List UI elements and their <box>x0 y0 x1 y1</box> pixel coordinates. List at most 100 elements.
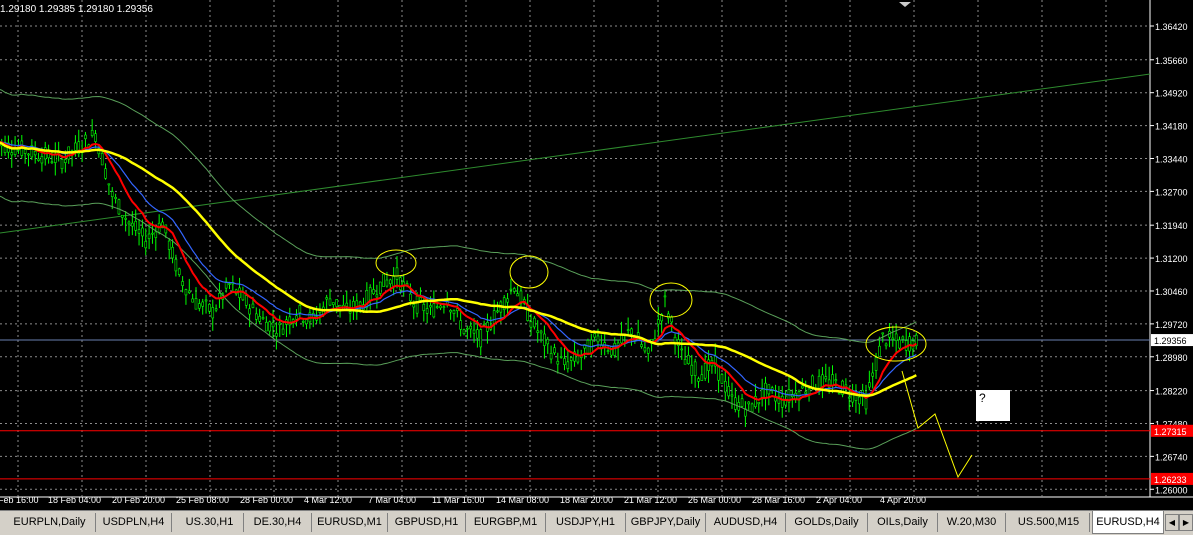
candle-body <box>10 152 14 156</box>
chart-tab[interactable]: OILs,Daily <box>868 513 938 532</box>
candle-body <box>740 398 744 407</box>
candle-body <box>372 289 375 295</box>
candle-body <box>697 378 700 382</box>
chart-tab[interactable]: GBPUSD,H1 <box>388 513 466 532</box>
candle-body <box>204 299 208 302</box>
chart-tab[interactable]: EURUSD,M1 <box>312 513 388 532</box>
tab-scroll-right-icon[interactable]: ▶ <box>1179 514 1193 531</box>
candle-body <box>184 289 188 296</box>
candle-body <box>703 362 707 379</box>
price-axis-label: 1.26000 <box>1155 485 1188 495</box>
chart-tab[interactable]: EURGBP,M1 <box>466 513 546 532</box>
candle-body <box>124 217 127 220</box>
candle-body <box>409 293 412 302</box>
chart-tab[interactable]: EURPLN,Daily <box>4 513 96 532</box>
candle-body <box>194 298 198 310</box>
candle-body <box>268 321 272 332</box>
candle-body <box>881 332 885 335</box>
price-axis-label: 1.28980 <box>1155 353 1188 363</box>
chart-tab[interactable]: DE.30,H4 <box>244 513 312 532</box>
price-axis-label: 1.33440 <box>1155 154 1188 164</box>
candle-body <box>214 308 218 311</box>
price-axis-label: 1.31940 <box>1155 221 1188 231</box>
candle-body <box>871 372 875 377</box>
candle-body <box>606 350 610 352</box>
candle-body <box>50 161 54 164</box>
candle-body <box>596 335 600 343</box>
chart-tab[interactable]: USDJPY,H1 <box>546 513 626 532</box>
candle-body <box>174 259 178 272</box>
candle-body <box>469 325 473 330</box>
candle-body <box>167 240 171 250</box>
candle-body <box>64 159 67 163</box>
candle-body <box>901 336 905 340</box>
candle-body <box>509 288 513 291</box>
candle-body <box>415 296 419 314</box>
candle-body <box>747 401 751 405</box>
candle-body <box>908 336 911 352</box>
chart-tab[interactable]: GBPJPY,Daily <box>626 513 706 532</box>
candle-body <box>181 281 184 286</box>
candle-body <box>198 303 201 309</box>
candle-body <box>837 392 841 395</box>
candle-body <box>831 374 834 386</box>
candle-body <box>804 391 808 394</box>
candle-body <box>553 347 556 354</box>
candle-body <box>261 317 265 320</box>
candle-body <box>707 359 710 371</box>
candle-body <box>586 340 590 355</box>
candle-body <box>643 347 647 352</box>
candle-body <box>422 303 426 311</box>
candle-body <box>74 142 77 151</box>
tab-scroll-left-icon[interactable]: ◀ <box>1165 514 1179 531</box>
candle-body <box>244 295 248 306</box>
candle-body <box>479 329 483 348</box>
chart-tab[interactable]: GOLDs,Daily <box>786 513 868 532</box>
candle-body <box>258 316 261 322</box>
candle-body <box>40 156 44 164</box>
candle-body <box>496 310 499 313</box>
candle-body <box>228 283 231 285</box>
candle-body <box>563 358 566 365</box>
time-axis-label: 25 Feb 08:00 <box>176 495 229 505</box>
candle-body <box>898 339 901 349</box>
chart-tab[interactable]: US.30,H1 <box>176 513 244 532</box>
candle-body <box>533 317 536 328</box>
candle-body <box>646 347 650 354</box>
candle-body <box>33 151 37 156</box>
candle-body <box>506 298 509 303</box>
candle-body <box>110 191 114 197</box>
candle-body <box>301 321 305 323</box>
candle-body <box>144 241 148 249</box>
price-axis-label: 1.29720 <box>1155 320 1188 330</box>
candle-body <box>84 134 87 140</box>
candle-body <box>429 305 432 308</box>
chart-tab[interactable]: USDPLN,H4 <box>96 513 172 532</box>
candle-body <box>295 315 298 320</box>
chart-tab[interactable]: EURUSD,H4 <box>1092 511 1164 534</box>
candle-body <box>171 246 174 259</box>
chart-tab[interactable]: W.20,M30 <box>938 513 1006 532</box>
price-axis-label: 1.31200 <box>1155 254 1188 264</box>
candle-body <box>459 320 462 330</box>
candle-body <box>723 381 727 393</box>
time-axis-label: 28 Feb 00:00 <box>240 495 293 505</box>
price-chart[interactable]: 1.36420 1.35660 1.34920 1.34180 1.33440 1.327… <box>0 0 1193 510</box>
chart-tab[interactable]: AUDUSD,H4 <box>706 513 786 532</box>
candle-body <box>208 303 211 312</box>
candle-body <box>472 329 476 334</box>
chart-area[interactable]: 1.36420 1.35660 1.34920 1.34180 1.33440 1.327… <box>0 0 1193 510</box>
time-axis-label: 11 Mar 16:00 <box>432 495 484 505</box>
ohlc-readout: 1.29180 1.29385 1.29180 1.29356 <box>0 4 153 15</box>
candle-body <box>539 330 543 334</box>
candle-body <box>683 358 687 365</box>
candle-body <box>878 345 881 357</box>
price-axis-label: 1.30460 <box>1155 287 1188 297</box>
candle-body <box>720 374 724 384</box>
chart-tab[interactable]: US.500,M15 <box>1008 513 1090 532</box>
candle-body <box>734 397 737 410</box>
candle-body <box>566 361 570 369</box>
candle-body <box>278 322 282 326</box>
candle-body <box>104 168 107 179</box>
time-axis-label: 26 Mar 00:00 <box>688 495 741 505</box>
